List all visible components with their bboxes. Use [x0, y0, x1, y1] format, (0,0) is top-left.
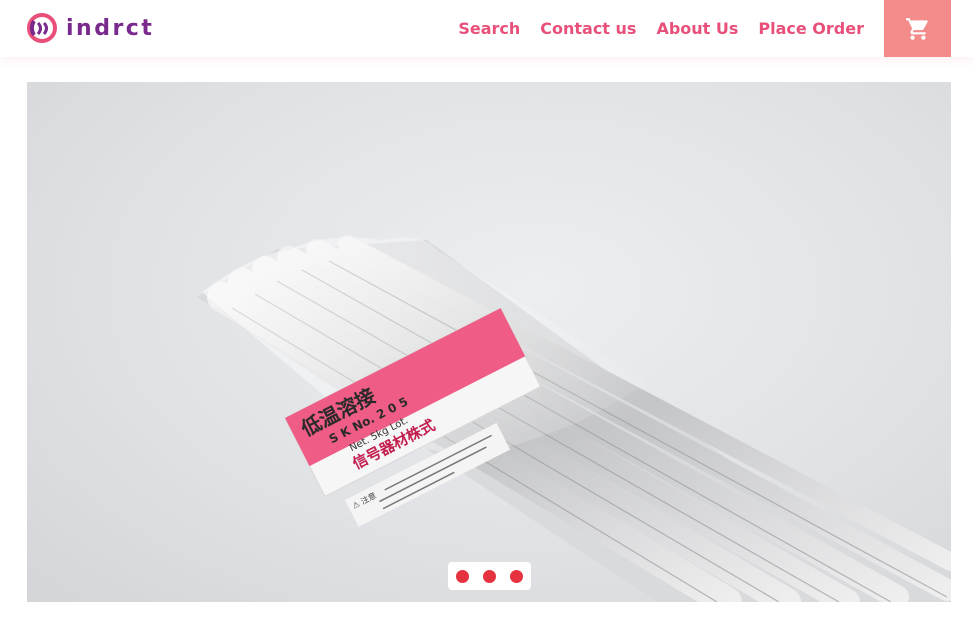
main-nav: Search Contact us About Us Place Order: [458, 0, 864, 57]
carousel-dot-1[interactable]: [456, 569, 469, 583]
nav-search[interactable]: Search: [458, 19, 520, 38]
carousel-indicators: [448, 562, 531, 590]
brand-name: indrct: [66, 15, 155, 41]
site-header: indrct Search Contact us About Us Place …: [0, 0, 974, 57]
carousel-dot-3[interactable]: [510, 569, 523, 583]
shopping-cart-icon: [905, 17, 928, 40]
hero-carousel[interactable]: 低温溶接 S K No. 2 0 5 Net. 5kg Lot. 信号器材株式 …: [27, 82, 951, 602]
nav-contact-us[interactable]: Contact us: [540, 19, 636, 38]
brand-logo[interactable]: indrct: [26, 13, 154, 43]
cart-button[interactable]: [884, 0, 951, 57]
nav-place-order[interactable]: Place Order: [758, 19, 864, 38]
nav-about-us[interactable]: About Us: [656, 19, 738, 38]
product-image: 低温溶接 S K No. 2 0 5 Net. 5kg Lot. 信号器材株式 …: [197, 235, 951, 602]
carousel-dot-2[interactable]: [483, 569, 496, 583]
logo-icon: [27, 13, 57, 43]
